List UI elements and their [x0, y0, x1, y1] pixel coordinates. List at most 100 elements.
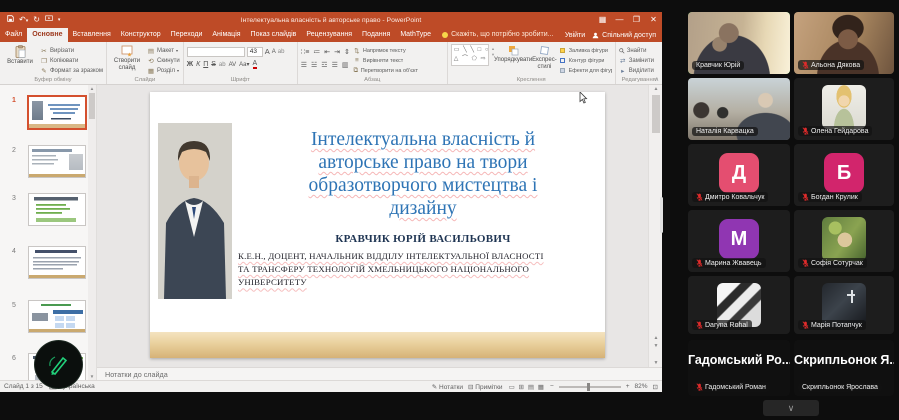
- participant-tile[interactable]: Марія Потапчук: [794, 276, 894, 334]
- ribbon-display-options-button[interactable]: ▦: [594, 12, 611, 28]
- replace-button[interactable]: ⇄ Замінити: [619, 56, 654, 65]
- redo-icon[interactable]: ↻: [33, 12, 40, 28]
- shapes-gallery[interactable]: ▭ ╲ ╲ □ ○ ○△ ⌒ ⬠ ⇨ ☆: [450, 44, 489, 66]
- align-left-icon[interactable]: ☰: [301, 61, 307, 69]
- tab-mathtype[interactable]: MathType: [395, 28, 436, 42]
- restore-button[interactable]: ❐: [628, 12, 645, 28]
- select-button[interactable]: ▸ Виділити: [619, 66, 654, 75]
- participant-tile[interactable]: Daryna Rohal: [688, 276, 790, 334]
- zoom-percent[interactable]: 82%: [635, 383, 648, 390]
- slide-sorter-view-button[interactable]: ⊞: [518, 384, 525, 391]
- tab-insert[interactable]: Вставлення: [68, 28, 116, 42]
- shape-effects-button[interactable]: Ефекти для фігур: [559, 66, 612, 75]
- scroll-up-icon[interactable]: ▲: [649, 86, 663, 92]
- sign-in-button[interactable]: Увійти: [565, 32, 585, 39]
- justify-icon[interactable]: ☰: [332, 61, 338, 69]
- save-icon[interactable]: [7, 12, 14, 28]
- gallery-scroll-down-button[interactable]: ∨: [763, 400, 819, 416]
- format-painter-button[interactable]: ✎ Формат за зразком: [40, 66, 103, 75]
- tab-animations[interactable]: Анімація: [207, 28, 245, 42]
- slide[interactable]: Інтелектуальна власність й авторське пра…: [150, 92, 605, 358]
- align-center-icon[interactable]: ☱: [311, 61, 317, 69]
- scroll-up-icon[interactable]: ▲: [88, 86, 96, 91]
- collapse-ribbon-icon[interactable]: ∧: [655, 76, 659, 83]
- fit-to-window-button[interactable]: ⊡: [653, 383, 658, 391]
- minimize-button[interactable]: —: [611, 12, 628, 28]
- change-case-button[interactable]: Aa▾: [239, 61, 249, 68]
- scrollbar-thumb[interactable]: [652, 95, 660, 133]
- zoom-slider[interactable]: [558, 382, 621, 391]
- comments-toggle[interactable]: ⊟ Примітки: [468, 383, 503, 391]
- slide-thumbnail-2[interactable]: [28, 145, 86, 178]
- character-spacing-button[interactable]: AV: [229, 62, 237, 68]
- strikethrough-button[interactable]: S: [211, 61, 216, 68]
- zoom-out-button[interactable]: −: [550, 383, 554, 390]
- tab-transitions[interactable]: Переходи: [166, 28, 208, 42]
- bullets-icon[interactable]: ∷≡: [301, 48, 310, 56]
- undo-icon[interactable]: ↶▾: [19, 12, 28, 29]
- paste-button[interactable]: Вставити: [3, 44, 37, 66]
- convert-smartart-button[interactable]: ⧉Перетворити на об'єкт SmartArt: [353, 66, 418, 75]
- shapes-gallery-scroll[interactable]: ▴ ▾: [492, 44, 494, 58]
- notes-toggle[interactable]: ✎ Нотатки: [432, 383, 463, 391]
- slide-canvas[interactable]: Інтелектуальна власність й авторське пра…: [97, 85, 648, 367]
- participant-tile[interactable]: М Марина Жвавець: [688, 210, 790, 272]
- align-text-button[interactable]: ≡ Вирівняти текст: [353, 56, 419, 65]
- section-button[interactable]: ▦ Розділ ▾: [147, 66, 180, 75]
- participant-tile[interactable]: Олена Гейдарова: [794, 78, 894, 140]
- font-name-select[interactable]: [186, 46, 245, 57]
- scroll-down-icon[interactable]: ▼: [649, 360, 663, 366]
- slide-thumbnail-1[interactable]: [27, 95, 87, 130]
- participant-tile[interactable]: Софія Сотурчак: [794, 210, 894, 272]
- line-spacing-icon[interactable]: ⇕: [344, 48, 350, 56]
- tab-review[interactable]: Рецензування: [301, 28, 357, 42]
- zoom-in-button[interactable]: +: [626, 383, 630, 390]
- quick-styles-button[interactable]: Експрес-стилі: [532, 44, 557, 71]
- annotation-pencil-button[interactable]: [35, 341, 82, 388]
- share-button[interactable]: Спільний доступ: [592, 32, 656, 39]
- grow-font-button[interactable]: А: [265, 47, 270, 56]
- participant-tile[interactable]: Наталія Карвацка: [688, 78, 790, 140]
- next-slide-icon[interactable]: ▼: [649, 343, 663, 349]
- columns-icon[interactable]: ▥: [342, 61, 349, 69]
- tab-view[interactable]: Подання: [357, 28, 395, 42]
- tell-me-box[interactable]: Скажіть, що потрібно зробити...: [436, 28, 559, 42]
- panel-resize-handle[interactable]: [660, 197, 663, 233]
- slide-thumbnail-3[interactable]: [28, 193, 86, 226]
- tab-slideshow[interactable]: Показ слайдів: [246, 28, 302, 42]
- tab-home[interactable]: Основне: [27, 28, 68, 42]
- participant-tile[interactable]: Скрипльонок Я... Скрипльонок Ярослава: [794, 340, 894, 396]
- participant-tile[interactable]: Кравчик Юрій: [688, 12, 790, 74]
- reset-button[interactable]: ⟲ Скинути: [147, 56, 179, 65]
- slideshow-view-button[interactable]: ▦: [537, 384, 545, 391]
- participant-tile[interactable]: Б Богдан Крулик: [794, 144, 894, 206]
- layout-button[interactable]: ▤ Макет ▾: [147, 46, 180, 55]
- shape-outline-button[interactable]: Контур фігури: [559, 56, 612, 65]
- participant-tile[interactable]: Гадомський Ро... Гадомський Роман: [688, 340, 790, 396]
- increase-indent-icon[interactable]: ⇥: [334, 48, 340, 56]
- scrollbar-thumb[interactable]: [89, 93, 95, 119]
- zoom-slider-thumb[interactable]: [586, 382, 590, 391]
- shape-fill-button[interactable]: Заливка фігури: [559, 46, 612, 55]
- numbering-icon[interactable]: ≔: [313, 48, 320, 56]
- previous-slide-icon[interactable]: ▲: [649, 335, 663, 341]
- customize-qat-icon[interactable]: ▾: [58, 12, 61, 28]
- font-color-button[interactable]: A: [252, 60, 258, 69]
- shrink-font-button[interactable]: А: [272, 49, 276, 55]
- tab-design[interactable]: Конструктор: [116, 28, 166, 42]
- start-slideshow-icon[interactable]: [45, 12, 53, 28]
- decrease-indent-icon[interactable]: ⇤: [324, 48, 330, 56]
- italic-button[interactable]: К: [196, 61, 200, 68]
- participant-tile[interactable]: Альона Дякова: [794, 12, 894, 74]
- tab-file[interactable]: Файл: [0, 28, 27, 42]
- new-slide-button[interactable]: Створити слайд: [110, 44, 144, 72]
- clear-formatting-button[interactable]: ab: [278, 49, 285, 55]
- reading-view-button[interactable]: ▤: [527, 384, 535, 391]
- thumbnail-scrollbar[interactable]: ▲ ▼: [88, 85, 96, 380]
- bold-button[interactable]: Ж: [187, 61, 193, 68]
- normal-view-button[interactable]: ▭: [508, 384, 516, 391]
- slide-thumbnail-4[interactable]: [28, 246, 86, 279]
- font-size-select[interactable]: 43: [246, 46, 263, 57]
- copy-button[interactable]: ❐ Копіювати: [40, 56, 103, 65]
- text-direction-button[interactable]: ⇅ Напрямок тексту: [353, 46, 419, 55]
